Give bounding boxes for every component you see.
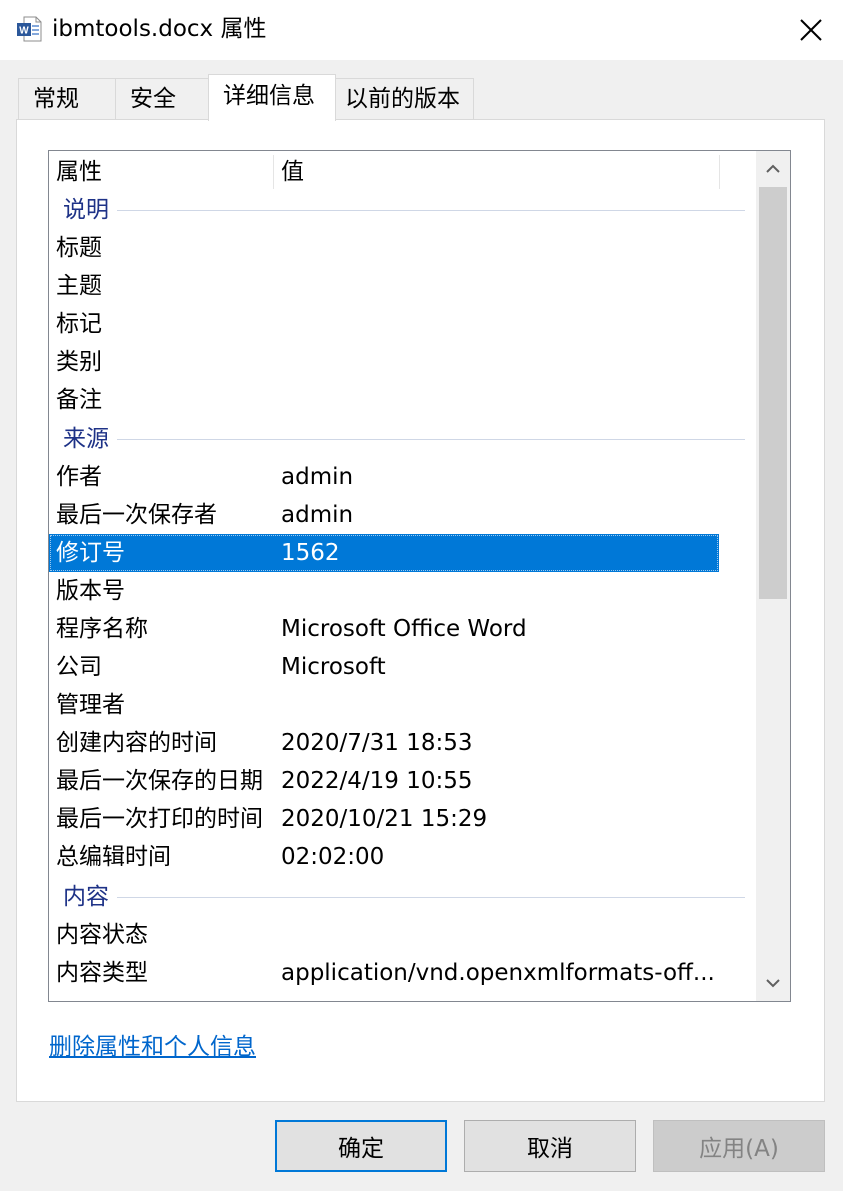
group-header-origin: 来源 — [49, 420, 749, 458]
close-icon — [800, 19, 822, 41]
list-item[interactable]: 总编辑时间 02:02:00 — [49, 838, 719, 876]
vertical-scrollbar[interactable] — [756, 151, 790, 1001]
tab-previous-versions[interactable]: 以前的版本 — [335, 78, 474, 119]
window-title: ibmtools.docx 属性 — [52, 16, 267, 42]
list-item[interactable]: 主题 — [49, 267, 719, 305]
list-item[interactable]: 类别 — [49, 343, 719, 381]
title-bar: W ibmtools.docx 属性 — [0, 0, 843, 60]
list-item[interactable]: 内容类型 application/vnd.openxmlformats-off..… — [49, 954, 719, 992]
list-item[interactable]: 程序名称 Microsoft Office Word — [49, 610, 719, 648]
properties-list[interactable]: 属性 值 说明 标题 主题 标记 类别 备注 来源 作者 admin 最后一次保… — [48, 150, 791, 1002]
ok-button[interactable]: 确定 — [275, 1120, 447, 1172]
group-header-content: 内容 — [49, 878, 749, 916]
cancel-button[interactable]: 取消 — [464, 1120, 636, 1172]
list-item[interactable]: 标记 — [49, 305, 719, 343]
chevron-up-icon — [766, 164, 780, 173]
close-button[interactable] — [779, 0, 843, 60]
tab-security[interactable]: 安全 — [115, 78, 209, 119]
list-item[interactable]: 内容状态 — [49, 916, 719, 954]
list-item-selected[interactable]: 修订号 1562 — [49, 534, 719, 572]
scroll-up-button[interactable] — [756, 151, 790, 187]
remove-properties-link[interactable]: 删除属性和个人信息 — [49, 1032, 256, 1062]
list-item[interactable]: 创建内容的时间 2020/7/31 18:53 — [49, 724, 719, 762]
list-item[interactable]: 管理者 — [49, 686, 719, 724]
scrollbar-thumb[interactable] — [759, 187, 787, 599]
list-item[interactable]: 版本号 — [49, 572, 719, 610]
column-header-value[interactable]: 值 — [274, 151, 719, 189]
list-item[interactable]: 作者 admin — [49, 458, 719, 496]
column-header-property[interactable]: 属性 — [49, 151, 273, 189]
column-divider[interactable] — [719, 155, 720, 189]
list-item[interactable]: 标题 — [49, 229, 719, 267]
list-header: 属性 值 — [49, 151, 720, 189]
tab-details[interactable]: 详细信息 — [208, 74, 336, 121]
list-item[interactable]: 最后一次打印的时间 2020/10/21 15:29 — [49, 800, 719, 838]
list-item[interactable]: 最后一次保存者 admin — [49, 496, 719, 534]
list-item[interactable]: 公司 Microsoft — [49, 648, 719, 686]
list-item[interactable]: 备注 — [49, 381, 719, 419]
svg-text:W: W — [19, 26, 29, 37]
list-item[interactable]: 最后一次保存的日期 2022/4/19 10:55 — [49, 762, 719, 800]
chevron-down-icon — [766, 979, 780, 988]
word-document-icon: W — [17, 16, 42, 42]
group-header-description: 说明 — [49, 191, 749, 229]
apply-button[interactable]: 应用(A) — [653, 1120, 825, 1172]
scroll-down-button[interactable] — [756, 965, 790, 1001]
tab-general[interactable]: 常规 — [18, 78, 116, 119]
